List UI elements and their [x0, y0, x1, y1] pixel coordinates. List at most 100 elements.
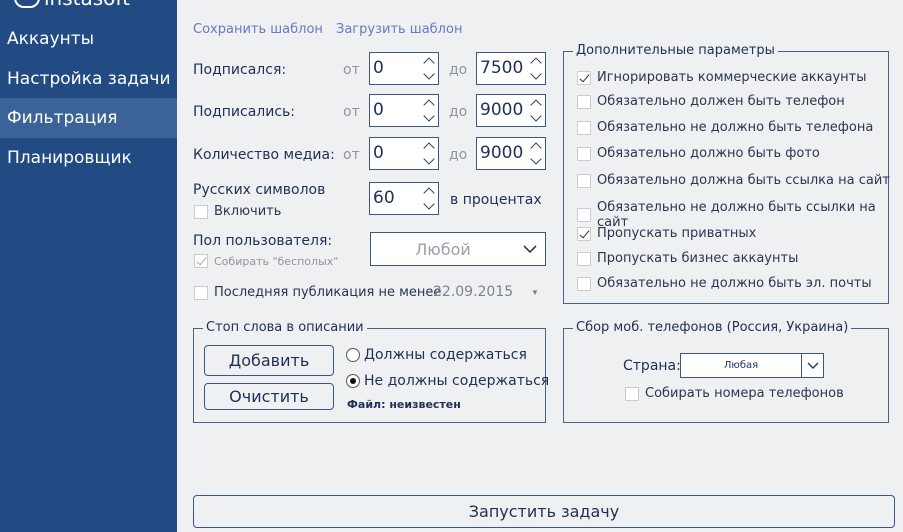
russian-chars-label: Русских символов [193, 182, 326, 198]
checkbox-box [577, 251, 591, 266]
radio-dot [346, 348, 360, 362]
checkbox-box [577, 70, 591, 85]
radio-must-not-contain[interactable]: Не должны содержаться [346, 373, 549, 389]
spin-up-icon[interactable] [420, 183, 438, 199]
percent-suffix-label: в процентах [450, 192, 542, 208]
spin-down-icon[interactable] [420, 68, 438, 85]
spin-value: 0 [373, 100, 384, 120]
followers-from-spinbox[interactable]: 0 [369, 94, 439, 127]
sidebar: instasoft Аккаунты Настройка задачи Филь… [0, 0, 177, 532]
save-template-link[interactable]: Сохранить шаблон [193, 22, 323, 37]
checkbox-label: Обязательно должен быть телефон [597, 94, 845, 109]
checkbox-label: Пропускать приватных [597, 226, 757, 241]
chevron-down-icon [515, 233, 545, 265]
logo-text: instasoft [44, 0, 130, 10]
spin-up-icon[interactable] [420, 53, 438, 69]
checkbox-box [577, 208, 591, 222]
extra-params-title: Дополнительные параметры [573, 43, 778, 58]
spin-up-icon[interactable] [527, 138, 545, 154]
checkbox-label: Обязательно должно быть фото [597, 146, 820, 161]
followers-label: Подписались: [193, 104, 296, 120]
load-template-link[interactable]: Загрузить шаблон [336, 22, 462, 37]
checkbox-label: Пропускать бизнес аккаунты [597, 251, 799, 266]
sidebar-item-scheduler[interactable]: Планировщик [0, 138, 177, 178]
checkbox-box [577, 146, 591, 161]
spin-value: 7500 [480, 58, 524, 78]
spin-down-icon[interactable] [420, 198, 438, 215]
checkbox-box [194, 254, 208, 268]
dropdown-arrow-icon: ▼ [531, 287, 539, 297]
option-skip-private[interactable]: Пропускать приватных [577, 226, 756, 241]
spin-value: 9000 [480, 100, 524, 120]
phones-title: Сбор моб. телефонов (Россия, Украина) [573, 320, 852, 335]
collect-genderless-checkbox[interactable]: Собирать "бесполых" [194, 254, 338, 268]
sidebar-item-accounts[interactable]: Аккаунты [0, 19, 177, 59]
spin-value: 0 [373, 143, 384, 163]
spin-up-icon[interactable] [420, 95, 438, 111]
last-post-checkbox[interactable]: Последняя публикация не менее [194, 285, 441, 300]
last-post-date-picker[interactable]: 22.09.2015 ▼ [430, 280, 545, 304]
option-phone-required[interactable]: Обязательно должен быть телефон [577, 94, 845, 109]
option-skip-business[interactable]: Пропускать бизнес аккаунты [577, 251, 798, 266]
file-status: Файл: неизвестен [347, 398, 461, 411]
clear-stopwords-button[interactable]: Очистить [204, 383, 334, 410]
spin-down-icon[interactable] [527, 68, 545, 85]
from-label: от [343, 62, 360, 78]
sidebar-item-task-settings[interactable]: Настройка задачи [0, 59, 177, 99]
checkbox-label: Обязательно не должно быть телефона [597, 120, 874, 135]
gender-label: Пол пользователя: [193, 233, 333, 249]
checkbox-box [577, 94, 591, 109]
checkbox-box [625, 386, 639, 401]
checkbox-label: Собирать номера телефонов [645, 386, 844, 401]
spin-down-icon[interactable] [527, 110, 545, 127]
from-label: от [343, 147, 360, 163]
to-label: до [449, 104, 468, 120]
to-label: до [449, 147, 468, 163]
media-count-label: Количество медиа: [193, 147, 335, 163]
date-value: 22.09.2015 [433, 284, 514, 300]
media-to-spinbox[interactable]: 9000 [476, 137, 546, 170]
sidebar-item-filtering[interactable]: Фильтрация [0, 98, 177, 138]
spin-up-icon[interactable] [420, 138, 438, 154]
russian-percent-spinbox[interactable]: 60 [369, 182, 439, 215]
spin-up-icon[interactable] [527, 95, 545, 111]
option-no-phone[interactable]: Обязательно не должно быть телефона [577, 120, 873, 135]
stopwords-title: Стоп слова в описании [203, 320, 367, 335]
app-logo: instasoft [14, 0, 130, 10]
collect-phones-checkbox[interactable]: Собирать номера телефонов [625, 386, 844, 401]
add-stopwords-button[interactable]: Добавить [204, 345, 334, 376]
media-from-spinbox[interactable]: 0 [369, 137, 439, 170]
spin-down-icon[interactable] [527, 153, 545, 170]
checkbox-label: Игнорировать коммерческие аккаунты [597, 70, 867, 85]
checkbox-box [577, 276, 591, 291]
country-select[interactable]: Любая [680, 353, 824, 378]
option-no-email[interactable]: Обязательно не должно быть эл. почты [577, 276, 872, 291]
followed-from-spinbox[interactable]: 0 [369, 52, 439, 85]
to-label: до [449, 62, 468, 78]
option-ignore-commercial[interactable]: Игнорировать коммерческие аккаунты [577, 70, 867, 85]
checkbox-label: Последняя публикация не менее [214, 285, 442, 300]
country-label: Страна: [623, 358, 681, 374]
checkbox-label: Собирать "бесполых" [214, 254, 339, 268]
spin-value: 60 [373, 188, 395, 208]
radio-label: Не должны содержаться [364, 373, 550, 389]
followed-to-spinbox[interactable]: 7500 [476, 52, 546, 85]
option-site-required[interactable]: Обязательно должна быть ссылка на сайт [577, 173, 890, 188]
checkbox-box [194, 204, 208, 219]
spin-down-icon[interactable] [420, 110, 438, 127]
option-photo-required[interactable]: Обязательно должно быть фото [577, 146, 820, 161]
checkbox-box [577, 173, 591, 188]
checkbox-label: Обязательно не должно быть эл. почты [597, 276, 872, 291]
checkbox-box [577, 226, 591, 241]
russian-enable-checkbox[interactable]: Включить [194, 204, 281, 219]
from-label: от [343, 104, 360, 120]
spin-up-icon[interactable] [527, 53, 545, 69]
radio-dot [346, 374, 360, 388]
radio-must-contain[interactable]: Должны содержаться [346, 347, 527, 363]
gender-select[interactable]: Любой [370, 232, 546, 266]
checkbox-label: Включить [214, 204, 282, 219]
checkbox-box [194, 285, 208, 300]
followers-to-spinbox[interactable]: 9000 [476, 94, 546, 127]
spin-down-icon[interactable] [420, 153, 438, 170]
run-task-button[interactable]: Запустить задачу [193, 495, 895, 528]
